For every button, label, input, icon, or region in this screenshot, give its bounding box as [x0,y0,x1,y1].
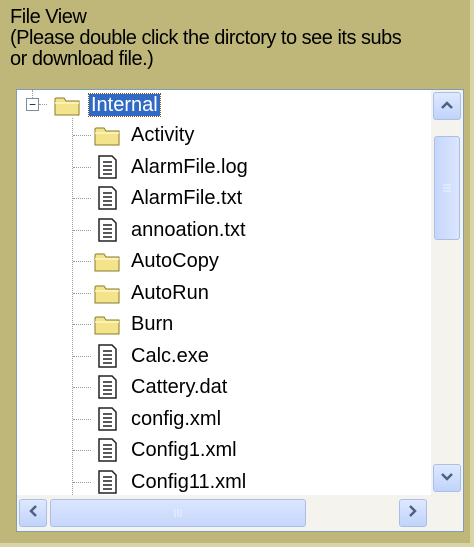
text-file-icon [93,469,121,495]
scroll-right-button[interactable] [399,499,427,527]
collapse-toggle[interactable]: − [26,98,39,111]
text-file-icon [93,343,121,369]
tree-guide-line [73,229,91,231]
folder-icon [93,122,121,148]
tree-node[interactable]: Calc.exe [93,341,211,371]
text-file-icon [93,185,121,211]
file-tree[interactable]: − Internal Activity AlarmFile.log AlarmFil… [16,89,464,532]
tree-node[interactable]: AutoCopy [93,246,221,276]
header-instructions: (Please double click the dirctory to see… [10,27,402,49]
header-instructions-cont: or download file.) [10,48,154,70]
tree-guide-line [73,166,91,168]
text-file-icon [93,437,121,463]
tree-node[interactable]: config.xml [93,404,223,434]
text-file-icon [93,374,121,400]
tree-node-label: Cattery.dat [131,376,228,398]
tree-guide-line [73,418,91,420]
tree-node[interactable]: Cattery.dat [93,372,229,402]
folder-icon [53,92,81,118]
text-file-icon [93,154,121,180]
vertical-scroll-thumb[interactable] [434,136,460,240]
panel-header: File View (Please double click the dirct… [10,7,470,70]
scrollbar-corner [431,495,463,531]
tree-guide-line [32,90,33,98]
vertical-scrollbar[interactable] [431,90,463,495]
tree-node-label: Activity [131,124,195,146]
tree-node-label: annoation.txt [131,218,246,241]
tree-guide-line [73,450,91,451]
tree-node-label: AutoCopy [131,250,219,272]
tree-guide-line [73,135,91,136]
file-view-panel: File View (Please double click the dirct… [0,0,474,547]
chevron-left-icon [28,504,38,523]
scroll-left-button[interactable] [19,499,47,527]
tree-node-label: Config11.xml [131,470,247,493]
tree-node-label: Calc.exe [131,344,209,367]
tree-node[interactable]: Config1.xml [93,435,239,465]
chevron-right-icon [408,504,418,523]
tree-node-label: AutoRun [131,281,209,304]
tree-node[interactable]: AlarmFile.log [93,152,250,182]
chevron-up-icon [440,97,454,115]
tree-node-label: AlarmFile.txt [131,187,243,209]
tree-node-label: Internal [88,93,161,117]
tree-guide-line [72,118,73,495]
folder-icon [93,311,121,337]
tree-node[interactable]: Config11.xml [93,467,248,496]
folder-icon [93,280,121,306]
folder-icon [93,248,121,274]
tree-content: − Internal Activity AlarmFile.log AlarmFil… [17,90,431,495]
tree-node-label: Burn [131,313,174,335]
text-file-icon [93,406,121,432]
tree-node[interactable]: AutoRun [93,278,211,308]
tree-guide-line [39,104,47,105]
tree-node[interactable]: annoation.txt [93,215,248,245]
tree-node[interactable]: Activity [93,120,196,150]
grip-icon [443,184,451,192]
tree-node-label: config.xml [131,407,222,430]
tree-guide-line [73,198,91,199]
tree-guide-line [73,355,91,357]
tree-guide-line [73,387,91,388]
tree-node[interactable]: Burn [93,309,175,339]
horizontal-scrollbar[interactable] [17,495,431,531]
scroll-down-button[interactable] [433,464,461,492]
horizontal-scroll-thumb[interactable] [50,499,306,527]
tree-guide-line [73,481,91,483]
tree-node-label: AlarmFile.log [131,155,248,178]
tree-guide-line [73,261,91,262]
tree-node-root[interactable]: Internal [53,90,161,120]
chevron-down-icon [440,469,454,487]
header-title: File View [10,6,87,28]
grip-icon [174,509,182,517]
text-file-icon [93,217,121,243]
tree-node-label: Config1.xml [131,439,237,461]
tree-guide-line [73,324,91,325]
tree-node[interactable]: AlarmFile.txt [93,183,244,213]
tree-guide-line [73,292,91,294]
scroll-up-button[interactable] [433,92,461,120]
